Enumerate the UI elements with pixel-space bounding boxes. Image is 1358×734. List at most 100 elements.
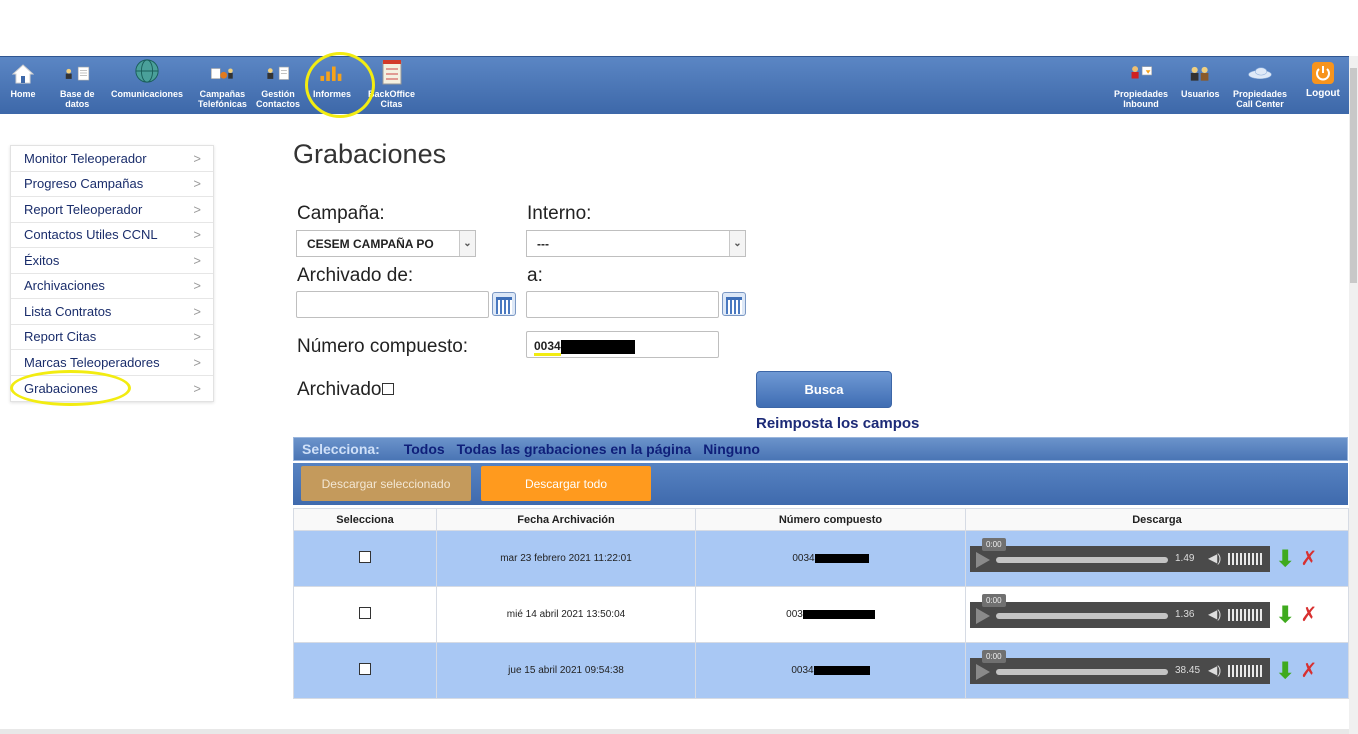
delete-x-icon[interactable]: ✗	[1300, 658, 1317, 683]
notepad-icon	[379, 59, 405, 85]
calendar-icon[interactable]	[722, 292, 746, 316]
table-row: mié 14 abril 2021 13:50:04 003 0:00 1.36…	[293, 586, 1349, 643]
vertical-scrollbar[interactable]	[1349, 56, 1358, 734]
sidebar-item-report-citas[interactable]: Report Citas >	[11, 325, 213, 350]
sidebar-menu: Monitor Teleoperador > Progreso Campañas >…	[10, 145, 214, 402]
chevron-right-icon: >	[193, 227, 201, 243]
database-people-icon	[64, 59, 90, 85]
busca-button[interactable]: Busca	[756, 371, 892, 408]
audio-duration: 1.36	[1175, 608, 1195, 620]
sidebar-item-monitor-teleoperador[interactable]: Monitor Teleoperador >	[11, 146, 213, 172]
download-arrow-icon[interactable]: ⬇	[1276, 658, 1294, 684]
interno-label: Interno:	[527, 203, 592, 224]
audio-current-time: 0:00	[982, 593, 1006, 607]
nav-campanas[interactable]: Campañas Telefónicas	[198, 59, 247, 109]
interno-select-value: ---	[537, 237, 549, 251]
a-label: a:	[527, 265, 543, 286]
highlight-circle-grabaciones	[10, 370, 131, 406]
sidebar-item-contactos-utiles[interactable]: Contactos Utiles CCNL >	[11, 223, 213, 248]
bottom-strip	[0, 729, 1349, 734]
redacted-block	[813, 665, 870, 675]
nav-logout[interactable]: Logout	[1306, 59, 1340, 99]
sidebar-item-report-teleoperador[interactable]: Report Teleoperador >	[11, 197, 213, 223]
select-todos-link[interactable]: Todos	[404, 441, 445, 457]
volume-bars[interactable]	[1228, 664, 1264, 677]
fecha-cell: jue 15 abril 2021 09:54:38	[436, 642, 696, 699]
archivado-de-label: Archivado de:	[297, 265, 414, 286]
descarga-cell: 0:00 38.45 ◀) ⬇ ✗	[965, 642, 1349, 699]
play-icon[interactable]	[976, 551, 990, 568]
nav-usuarios[interactable]: Usuarios	[1181, 59, 1220, 99]
select-page-link[interactable]: Todas las grabaciones en la página	[457, 441, 692, 457]
a-date-input[interactable]	[526, 291, 719, 318]
campana-select-value: CESEM CAMPAÑA PO	[307, 237, 434, 251]
reimposta-link[interactable]: Reimposta los campos	[756, 415, 919, 432]
inbound-agent-icon	[1128, 59, 1154, 85]
chevron-right-icon: >	[193, 278, 201, 294]
calendar-icon[interactable]	[492, 292, 516, 316]
sidebar-item-exitos[interactable]: Éxitos >	[11, 248, 213, 274]
chevron-right-icon: >	[193, 354, 201, 370]
play-icon[interactable]	[976, 663, 990, 680]
nav-backoffice-citas[interactable]: BackOffice Citas	[368, 59, 415, 109]
numero-compuesto-value: 0034	[534, 339, 561, 356]
sidebar-item-progreso-campanas[interactable]: Progreso Campañas >	[11, 172, 213, 197]
chevron-right-icon: >	[193, 380, 201, 396]
audio-current-time: 0:00	[982, 537, 1006, 551]
campana-select[interactable]: CESEM CAMPAÑA PO ⌄	[296, 230, 476, 257]
chevron-right-icon: >	[193, 150, 201, 166]
nav-home[interactable]: Home	[10, 59, 36, 99]
home-icon	[10, 59, 36, 85]
nav-propiedades-call-center[interactable]: Propiedades Call Center	[1233, 59, 1287, 109]
audio-player[interactable]: 0:00 1.49 ◀)	[970, 537, 1270, 572]
volume-icon[interactable]: ◀)	[1208, 663, 1221, 677]
archivado-de-input[interactable]	[296, 291, 489, 318]
chevron-right-icon: >	[193, 329, 201, 345]
users-icon	[1187, 59, 1213, 85]
highlight-circle-informes	[305, 52, 375, 118]
audio-current-time: 0:00	[982, 649, 1006, 663]
campaign-icon	[209, 59, 235, 85]
descarga-cell: 0:00 1.36 ◀) ⬇ ✗	[965, 586, 1349, 643]
volume-icon[interactable]: ◀)	[1208, 551, 1221, 565]
recordings-table: Selecciona Fecha Archivación Número comp…	[293, 508, 1349, 699]
audio-progress-track[interactable]	[996, 556, 1168, 563]
interno-select[interactable]: --- ⌄	[526, 230, 746, 257]
archivado-checkbox[interactable]	[381, 383, 394, 395]
scrollbar-thumb[interactable]	[1350, 68, 1357, 283]
selecciona-label: Selecciona:	[302, 441, 380, 457]
nav-base-de-datos[interactable]: Base de datos	[60, 59, 95, 109]
chevron-right-icon: >	[193, 176, 201, 192]
delete-x-icon[interactable]: ✗	[1300, 602, 1317, 627]
sidebar-item-lista-contratos[interactable]: Lista Contratos >	[11, 299, 213, 325]
delete-x-icon[interactable]: ✗	[1300, 546, 1317, 571]
sidebar-item-archivaciones[interactable]: Archivaciones >	[11, 274, 213, 299]
audio-progress-track[interactable]	[996, 612, 1168, 619]
row-checkbox[interactable]	[359, 607, 371, 619]
download-all-button[interactable]: Descargar todo	[481, 466, 651, 501]
volume-bars[interactable]	[1228, 608, 1264, 621]
redacted-block	[814, 553, 869, 563]
contacts-icon	[265, 59, 291, 85]
volume-icon[interactable]: ◀)	[1208, 607, 1221, 621]
nav-propiedades-inbound[interactable]: Propiedades Inbound	[1114, 59, 1168, 109]
numero-compuesto-input[interactable]: 0034	[526, 331, 719, 358]
fecha-cell: mar 23 febrero 2021 11:22:01	[436, 530, 696, 587]
audio-player[interactable]: 0:00 1.36 ◀)	[970, 593, 1270, 628]
nav-gestion-contactos[interactable]: Gestión Contactos	[256, 59, 300, 109]
volume-bars[interactable]	[1228, 552, 1264, 565]
select-ninguno-link[interactable]: Ninguno	[703, 441, 760, 457]
download-arrow-icon[interactable]: ⬇	[1276, 546, 1294, 572]
download-arrow-icon[interactable]: ⬇	[1276, 602, 1294, 628]
play-icon[interactable]	[976, 607, 990, 624]
row-checkbox[interactable]	[359, 663, 371, 675]
row-checkbox[interactable]	[359, 551, 371, 563]
download-selected-button[interactable]: Descargar seleccionado	[301, 466, 471, 501]
numero-cell: 0034	[695, 530, 966, 587]
header-numero: Número compuesto	[695, 508, 966, 531]
audio-player[interactable]: 0:00 38.45 ◀)	[970, 649, 1270, 684]
chevron-right-icon: >	[193, 303, 201, 319]
nav-comunicaciones[interactable]: Comunicaciones	[111, 59, 183, 99]
audio-duration: 1.49	[1175, 552, 1195, 564]
audio-progress-track[interactable]	[996, 668, 1168, 675]
